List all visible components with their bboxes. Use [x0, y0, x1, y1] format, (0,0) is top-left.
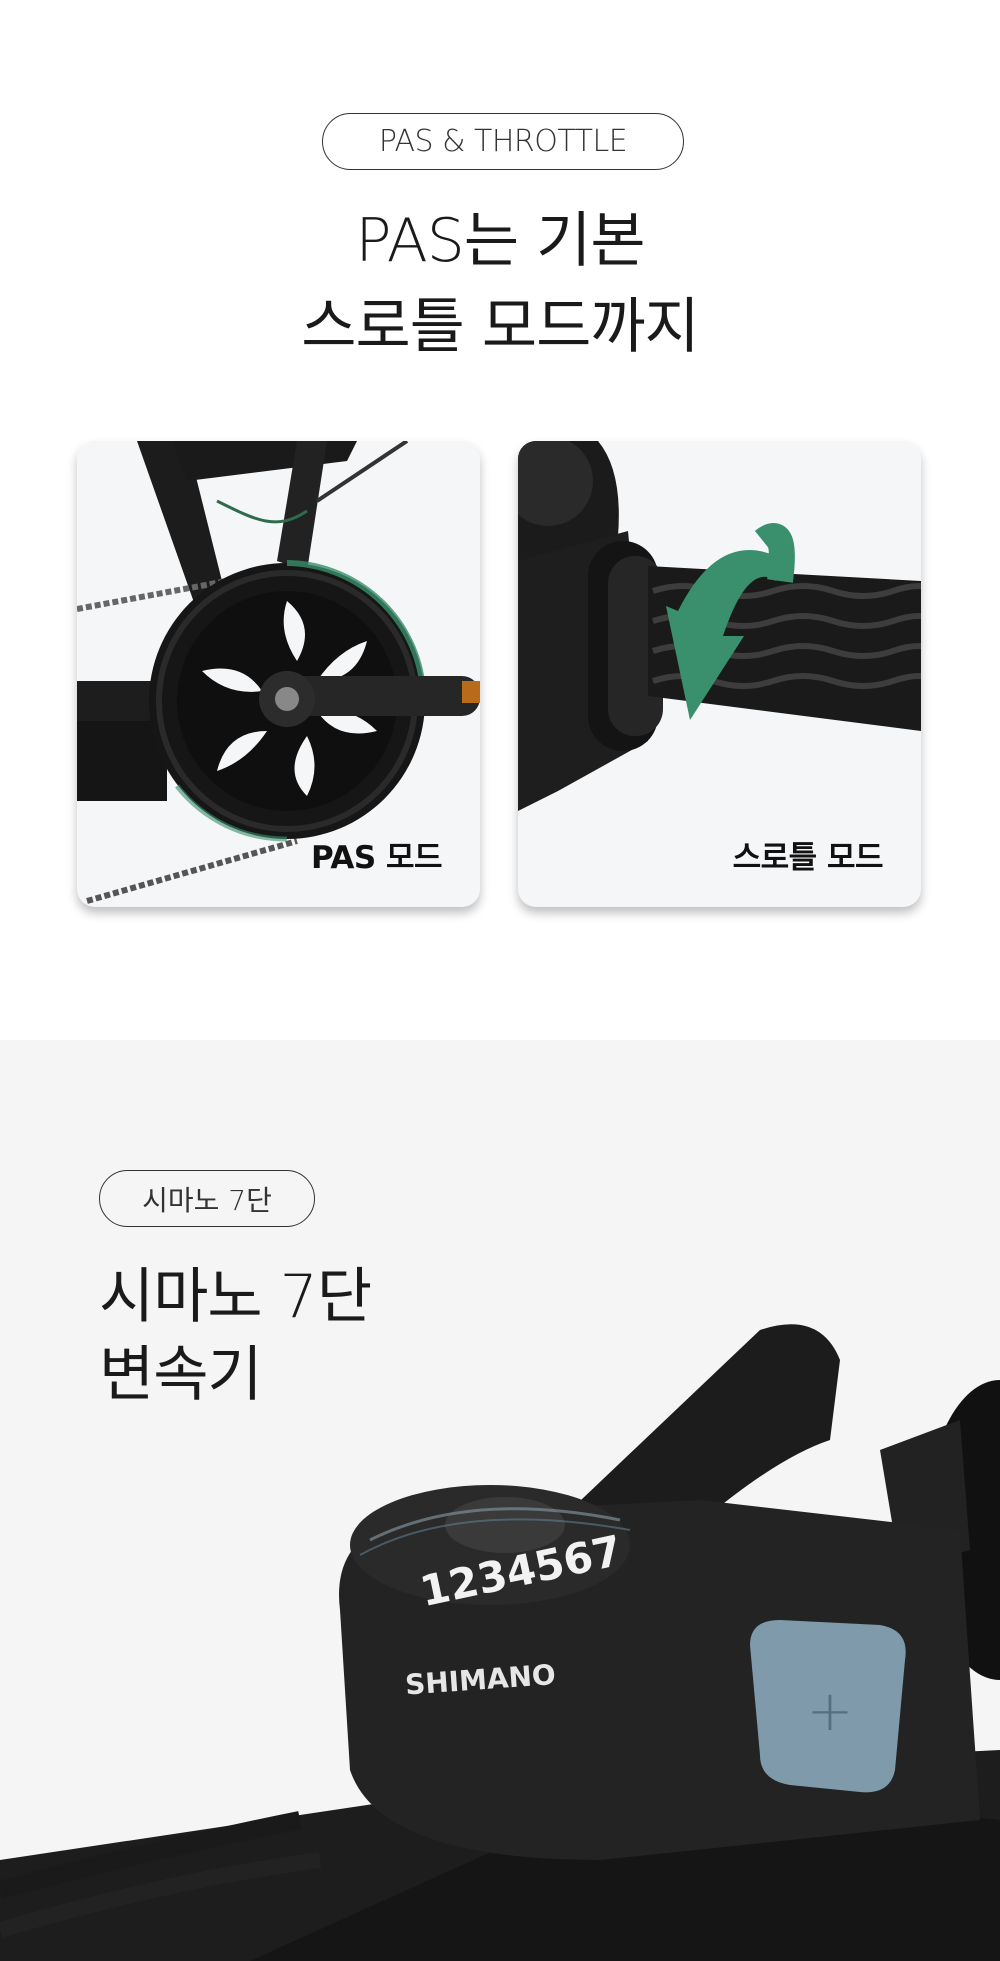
throttle-mode-card: 스로틀 모드 [518, 441, 921, 907]
headline-line-1: PAS는 기본 [355, 206, 645, 276]
section-badge: PAS & THROTTLE [322, 113, 684, 170]
section-badge: 시마노 7단 [99, 1170, 315, 1227]
headline-line-2: 스로틀 모드까지 [301, 292, 699, 362]
shimano-shifter-section: 1234567 SHIMANO + 시마노 7단 시마노 7단 변속기 [0, 1040, 1000, 1961]
pas-mode-label: PAS 모드 [310, 840, 443, 876]
shifter-headline: 시마노 7단 변속기 [99, 1258, 372, 1414]
headline-line-1: 시마노 7단 [99, 1262, 372, 1332]
pas-throttle-section: PAS & THROTTLE PAS는 기본 스로틀 모드까지 PAS 모드 스… [0, 0, 1000, 1040]
pas-mode-card: PAS 모드 [77, 441, 480, 907]
throttle-mode-label: 스로틀 모드 [732, 840, 884, 876]
headline-line-2: 변속기 [99, 1340, 263, 1410]
plus-button-symbol: + [807, 1679, 854, 1744]
